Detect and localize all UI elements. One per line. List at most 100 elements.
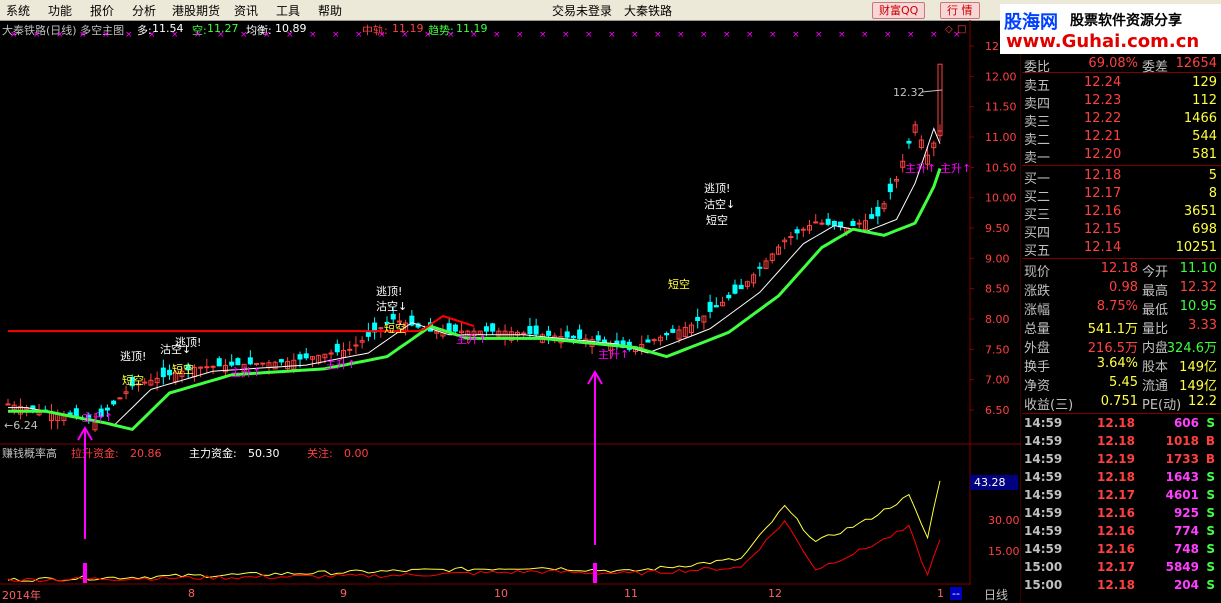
sell-row[interactable]: 卖二 12.21 544 [1022, 129, 1221, 148]
signal-text-gukong: 沽空↓ [376, 299, 407, 313]
signal-text-zhusheng: 主升↑ [230, 366, 261, 379]
stat-value: 8.75% [1096, 299, 1138, 314]
signal-bar [83, 563, 87, 583]
signal-text-duankong: 短空 [122, 373, 144, 387]
stat-label: 换手 [1024, 360, 1051, 375]
stat-value: 541.1万 [1087, 322, 1138, 337]
signal-marker: × [125, 30, 133, 40]
stat-row: 外盘 216.5万 内盘 324.6万 [1022, 337, 1221, 356]
buy-row[interactable]: 买一 12.18 5 [1022, 168, 1221, 187]
signal-marker: × [677, 30, 685, 40]
signal-text-zhusheng: 主升↑ [456, 333, 487, 346]
stat-label: 涨幅 [1024, 303, 1051, 318]
signal-text-duankong: 短空 [172, 362, 194, 376]
buy-row[interactable]: 买三 12.16 3651 [1022, 204, 1221, 223]
signal-marker: × [263, 30, 271, 40]
stat-row: 换手 3.64% 股本 149亿 [1022, 356, 1221, 375]
tick-row: 14:59 12.18 1018 B [1022, 434, 1221, 452]
sell-level-label: 卖一 [1024, 151, 1051, 166]
candle-body [490, 323, 496, 332]
tick-price: 12.18 [1097, 434, 1135, 448]
signal-marker: × [56, 30, 64, 40]
candle-body [483, 326, 489, 332]
menu-system[interactable]: 系统 [6, 2, 30, 19]
menu-analysis[interactable]: 分析 [132, 2, 156, 19]
signal-marker: × [424, 30, 432, 40]
sub-chart-header-text: 50.30 [248, 447, 280, 460]
candle-body [446, 323, 452, 332]
signal-marker: × [378, 30, 386, 40]
sell-price: 12.21 [1084, 129, 1122, 144]
signal-marker: × [516, 30, 524, 40]
candle-body [707, 301, 713, 312]
stat-value: 0.98 [1109, 280, 1138, 295]
candle-body [570, 335, 576, 339]
quote-panel: 委比 69.08% 委差 12654 卖五 12.24 129 卖四 12.23 112 卖… [1022, 56, 1221, 596]
candle-body [788, 235, 794, 238]
buy-row[interactable]: 买四 12.15 698 [1022, 222, 1221, 241]
buy-row[interactable]: 买二 12.17 8 [1022, 186, 1221, 205]
y-axis-label: 8.00 [985, 313, 1010, 326]
wealth-qq-button[interactable]: 财富QQ [872, 2, 926, 19]
candle-body [210, 365, 216, 368]
signal-marker: × [539, 30, 547, 40]
sell-price: 12.20 [1084, 147, 1122, 162]
signal-marker: × [148, 30, 156, 40]
x-label-year: 2014年 [2, 589, 41, 602]
menu-hk-futures[interactable]: 港股期货 [172, 2, 220, 19]
signal-marker: × [217, 30, 225, 40]
tick-volume: 5849 [1165, 560, 1199, 574]
candle-body [160, 367, 166, 378]
menu-news[interactable]: 资讯 [234, 2, 258, 19]
stat-value: 5.45 [1109, 375, 1138, 390]
menu-help[interactable]: 帮助 [318, 2, 342, 19]
candle-body [533, 325, 539, 335]
menu-quote[interactable]: 报价 [90, 2, 114, 19]
signal-marker: × [838, 30, 846, 40]
sell-row[interactable]: 卖三 12.22 1466 [1022, 111, 1221, 130]
sell-row[interactable]: 卖一 12.20 581 [1022, 147, 1221, 166]
sell-row[interactable]: 卖五 12.24 129 [1022, 75, 1221, 94]
signal-text-duankong: 短空 [668, 277, 690, 291]
stat-label: 流通 [1142, 379, 1169, 394]
tick-direction: S [1206, 524, 1215, 538]
menu-tools[interactable]: 工具 [276, 2, 300, 19]
y-axis-label: 10.50 [985, 161, 1017, 174]
tick-volume: 606 [1173, 416, 1199, 430]
signal-marker: × [309, 30, 317, 40]
stat-label: 内盘 [1142, 341, 1169, 356]
stat-label: 今开 [1142, 265, 1169, 280]
buy-level-label: 买三 [1024, 208, 1051, 223]
kline-chart-canvas[interactable]: 12.5012.0011.5011.0010.5010.009.509.008.… [0, 20, 1021, 603]
period-tab[interactable]: 日线 [984, 586, 1008, 603]
tick-time: 15:00 [1024, 578, 1063, 592]
tick-price: 12.16 [1097, 524, 1135, 538]
market-button[interactable]: 行 情 [940, 2, 980, 19]
tick-direction: S [1206, 506, 1215, 520]
signal-marker: × [930, 30, 938, 40]
candle-body [167, 369, 173, 376]
sell-row[interactable]: 卖四 12.23 112 [1022, 93, 1221, 112]
signal-marker: × [401, 30, 409, 40]
buy-row[interactable]: 买五 12.14 10251 [1022, 240, 1221, 259]
candle-body [670, 328, 676, 333]
sell-level-label: 卖四 [1024, 97, 1051, 112]
high-price-marker: 12.32 [893, 86, 925, 99]
tick-volume: 1018 [1165, 434, 1199, 448]
guhai-logo: 股海网 股票软件资源分享 www.Guhai.com.cn [1000, 4, 1221, 54]
menu-function[interactable]: 功能 [48, 2, 72, 19]
candle-body [111, 400, 117, 405]
candle-body [831, 220, 837, 227]
tick-direction: B [1205, 434, 1215, 448]
candle-body [856, 222, 862, 225]
stat-value: 10.95 [1179, 299, 1217, 314]
candle-body [347, 348, 353, 351]
stat-value: 12.32 [1179, 280, 1217, 295]
signal-text-taoding: 逃顶! [175, 336, 201, 349]
tick-row: 14:59 12.19 1733 B [1022, 452, 1221, 470]
weibi-value: 69.08% [1088, 56, 1138, 71]
sell-price: 12.22 [1084, 111, 1122, 126]
sub-chart-header-text: 0.00 [344, 447, 369, 460]
trade-login-status[interactable]: 交易未登录 [552, 2, 612, 19]
scroll-indicator[interactable]: -- [950, 587, 962, 600]
